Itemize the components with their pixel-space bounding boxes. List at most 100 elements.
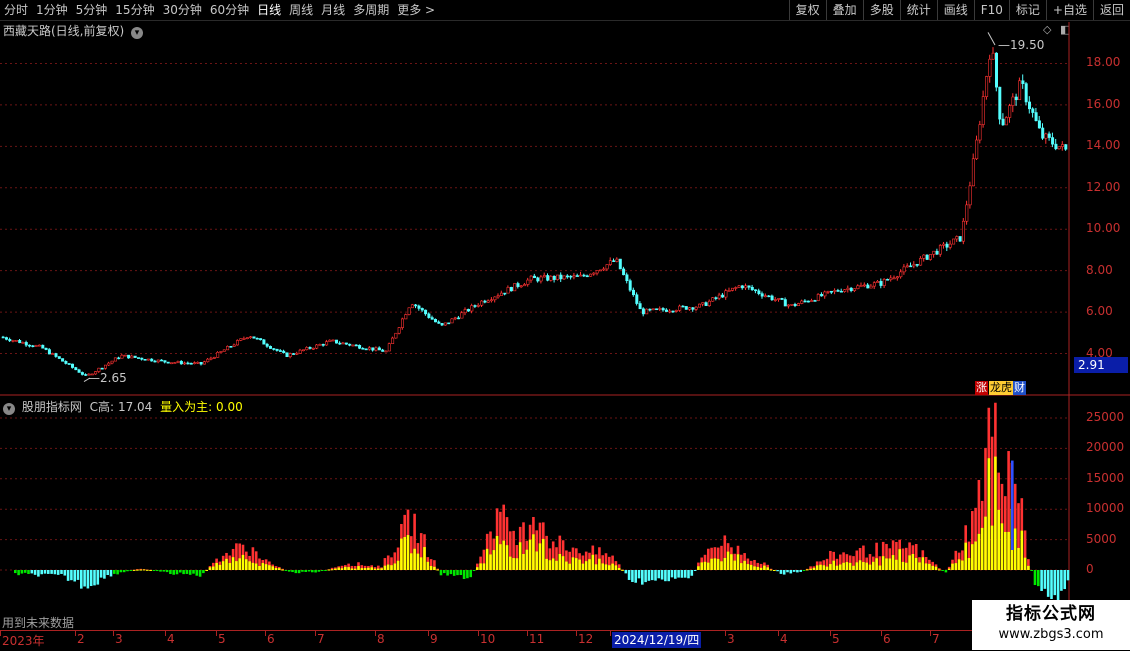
indicator-bar-yellow bbox=[347, 567, 350, 570]
indicator-bar-down bbox=[195, 570, 199, 576]
indicator-bar-down bbox=[779, 570, 783, 574]
chevron-down-icon[interactable]: ▾ bbox=[3, 403, 15, 415]
candle-body bbox=[67, 363, 71, 365]
candle-body bbox=[585, 275, 589, 278]
indicator-bar-yellow bbox=[740, 563, 743, 570]
candle-body bbox=[127, 354, 131, 359]
indicator-bar-yellow bbox=[370, 567, 373, 570]
indicator-bar-down bbox=[155, 570, 159, 572]
indicator-bar-yellow bbox=[806, 569, 809, 571]
price-axis-label: 16.00 bbox=[1086, 96, 1121, 111]
candle-body bbox=[859, 285, 863, 287]
candle-body bbox=[803, 300, 807, 303]
indicator-bar-yellow bbox=[512, 558, 515, 570]
indicator-bar-yellow bbox=[997, 509, 1000, 570]
candle-body bbox=[671, 310, 675, 313]
indicator-bar-down bbox=[456, 570, 459, 576]
candle-body bbox=[843, 289, 847, 292]
indicator-bar-down bbox=[23, 570, 27, 573]
indicator-bar-down bbox=[33, 570, 37, 575]
month-tick bbox=[881, 631, 882, 636]
indicator-bar-down bbox=[1046, 570, 1050, 597]
indicator-bar-yellow bbox=[538, 543, 542, 570]
indicator-bar-down bbox=[776, 570, 779, 572]
indicator-bar-down bbox=[634, 570, 637, 583]
candle-body bbox=[839, 290, 843, 293]
indicator-bar-yellow bbox=[822, 565, 826, 570]
candle-body bbox=[433, 319, 437, 323]
indicator-bar-yellow bbox=[264, 564, 268, 570]
indicator-bar-yellow bbox=[489, 554, 492, 570]
candle-body bbox=[414, 304, 418, 307]
high-value: 19.50 bbox=[1010, 38, 1045, 52]
candle-body bbox=[833, 290, 837, 292]
indicator-bar-down bbox=[297, 570, 301, 574]
candle-body bbox=[892, 277, 896, 280]
candle-body bbox=[397, 327, 401, 334]
indicator-bar-yellow bbox=[845, 562, 849, 570]
candle-body bbox=[556, 274, 560, 280]
candle-body bbox=[549, 275, 553, 281]
indicator-bar-down bbox=[50, 570, 53, 574]
indicator-bar-down bbox=[179, 570, 182, 573]
indicator-bar-down bbox=[796, 570, 799, 573]
indicator-bar-down bbox=[680, 570, 684, 578]
candle-body bbox=[1018, 80, 1022, 101]
indicator-bar-down bbox=[647, 570, 651, 581]
indicator-bar-yellow bbox=[334, 568, 337, 570]
limit-up-badge[interactable]: 涨 bbox=[975, 381, 988, 395]
indicator-bar-yellow bbox=[743, 560, 746, 570]
indicator-bar-yellow bbox=[947, 568, 951, 570]
candle-body bbox=[994, 52, 998, 88]
candle-body bbox=[150, 358, 154, 362]
indicator-bar-yellow bbox=[535, 551, 538, 570]
indicator-bar-down bbox=[93, 570, 96, 586]
candle-body bbox=[562, 275, 566, 280]
month-label: 11 bbox=[529, 632, 545, 646]
indicator-bar-down bbox=[674, 570, 677, 579]
indicator-bar-yellow bbox=[479, 563, 482, 570]
indicator-bar-down bbox=[452, 570, 456, 576]
indicator-bar-down bbox=[17, 570, 20, 576]
watermark-url: www.zbgs3.com bbox=[998, 627, 1104, 642]
indicator-bar-yellow bbox=[921, 557, 925, 570]
candle-body bbox=[453, 317, 457, 320]
indicator-bar-down bbox=[466, 570, 469, 579]
candle-body bbox=[902, 266, 906, 273]
indicator-bar-down bbox=[291, 570, 294, 573]
indicator-bar-yellow bbox=[565, 561, 568, 570]
indicator-bar-yellow bbox=[429, 565, 433, 570]
indicator-bar-yellow bbox=[812, 567, 816, 570]
indicator-bar-yellow bbox=[581, 563, 585, 570]
indicator-bar-down bbox=[119, 570, 123, 573]
indicator-bar-yellow bbox=[373, 568, 377, 570]
indicator-bar-down bbox=[439, 570, 443, 576]
indicator-bar-yellow bbox=[1000, 523, 1004, 570]
indicator-bar-yellow bbox=[1020, 530, 1024, 570]
dragon-tiger-badge[interactable]: 龙虎 bbox=[989, 381, 1013, 395]
candle-body bbox=[912, 264, 916, 267]
indicator-bar-down bbox=[799, 570, 802, 572]
indicator-bar-yellow bbox=[499, 544, 502, 570]
indicator-bar-down bbox=[165, 570, 169, 573]
indicator-bar-down bbox=[670, 570, 674, 578]
indicator-bar-yellow bbox=[386, 564, 390, 570]
candle-body bbox=[985, 76, 989, 97]
indicator-bar-down bbox=[459, 570, 463, 576]
candle-body bbox=[618, 258, 622, 270]
candle-body bbox=[394, 332, 398, 339]
candle-body bbox=[615, 258, 619, 262]
indicator-bar-yellow bbox=[380, 568, 383, 570]
candle-body bbox=[978, 124, 982, 141]
indicator-bar-yellow bbox=[908, 555, 911, 570]
candle-body bbox=[315, 344, 319, 349]
candle-body bbox=[140, 357, 144, 360]
indicator-bar-yellow bbox=[736, 554, 740, 570]
finance-badge[interactable]: 财 bbox=[1013, 381, 1026, 395]
indicator-bar-down bbox=[650, 570, 654, 581]
indicator-bar-yellow bbox=[588, 559, 591, 570]
indicator-bar-yellow bbox=[215, 562, 218, 570]
candle-body bbox=[1001, 118, 1005, 126]
candle-body bbox=[783, 299, 787, 307]
candle-body bbox=[849, 287, 853, 291]
